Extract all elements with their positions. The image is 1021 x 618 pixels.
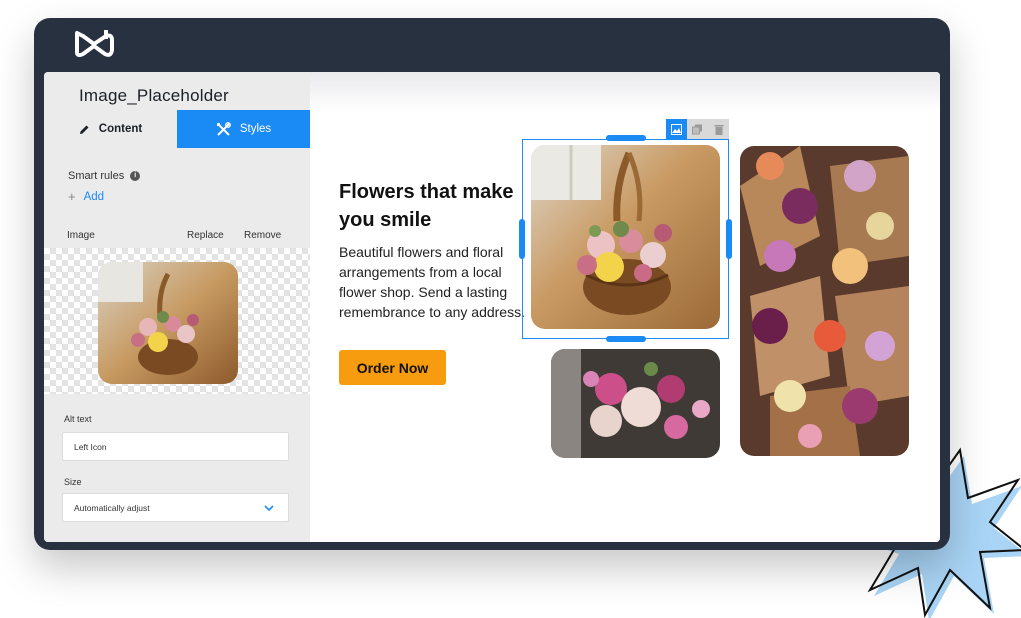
brand-logo bbox=[75, 30, 114, 58]
image-preview-thumbnail[interactable] bbox=[98, 262, 238, 384]
tab-styles[interactable]: Styles bbox=[177, 110, 310, 148]
duplicate-icon[interactable] bbox=[687, 119, 708, 139]
tools-icon bbox=[216, 121, 231, 136]
selection-frame bbox=[522, 139, 729, 339]
plus-icon: + bbox=[68, 189, 76, 204]
tab-content-label: Content bbox=[98, 123, 143, 135]
editor-body: Image_Placeholder Content Styles Smart r… bbox=[44, 72, 940, 542]
roses-box-image[interactable] bbox=[551, 349, 720, 458]
add-rule-button[interactable]: + Add bbox=[68, 189, 104, 204]
trash-icon[interactable] bbox=[708, 119, 729, 139]
resize-handle-bottom[interactable] bbox=[606, 336, 646, 342]
resize-handle-right[interactable] bbox=[726, 219, 732, 259]
chevron-down-icon bbox=[264, 505, 274, 512]
pencil-icon bbox=[79, 125, 89, 134]
size-label: Size bbox=[64, 477, 82, 487]
panel-title: Image_Placeholder bbox=[79, 86, 229, 105]
image-label: Image bbox=[67, 230, 95, 241]
app-window: Image_Placeholder Content Styles Smart r… bbox=[34, 18, 950, 550]
image-preview-area bbox=[44, 248, 310, 394]
hero-body-text[interactable]: Beautiful flowers and floral arrangement… bbox=[339, 242, 529, 322]
bouquets-image[interactable] bbox=[740, 146, 909, 456]
settings-panel: Image_Placeholder Content Styles Smart r… bbox=[44, 72, 310, 542]
replace-button[interactable]: Replace bbox=[187, 230, 224, 241]
size-value: Automatically adjust bbox=[74, 502, 150, 513]
hero-headline[interactable]: Flowers that make you smile bbox=[339, 178, 529, 234]
page-canvas: Flowers that make you smile Beautiful fl… bbox=[310, 72, 940, 542]
resize-handle-top[interactable] bbox=[606, 135, 646, 141]
image-icon[interactable] bbox=[666, 119, 687, 139]
smart-rules-row: Smart rules i bbox=[68, 170, 141, 182]
alt-text-label: Alt text bbox=[64, 414, 92, 424]
element-toolbar bbox=[666, 119, 729, 139]
tab-styles-label: Styles bbox=[239, 123, 272, 135]
stage: Image_Placeholder Content Styles Smart r… bbox=[0, 0, 1021, 618]
resize-handle-left[interactable] bbox=[519, 219, 525, 259]
info-icon[interactable]: i bbox=[130, 171, 141, 181]
order-now-button[interactable]: Order Now bbox=[339, 350, 446, 385]
size-select[interactable]: Automatically adjust bbox=[62, 493, 289, 522]
tab-content[interactable]: Content bbox=[44, 110, 177, 148]
smart-rules-label: Smart rules bbox=[68, 170, 125, 182]
canvas-shade bbox=[310, 72, 940, 112]
remove-button[interactable]: Remove bbox=[244, 230, 281, 241]
alt-text-field[interactable]: Left Icon bbox=[62, 432, 289, 461]
add-label: Add bbox=[83, 190, 105, 203]
alt-text-value: Left Icon bbox=[74, 441, 107, 452]
